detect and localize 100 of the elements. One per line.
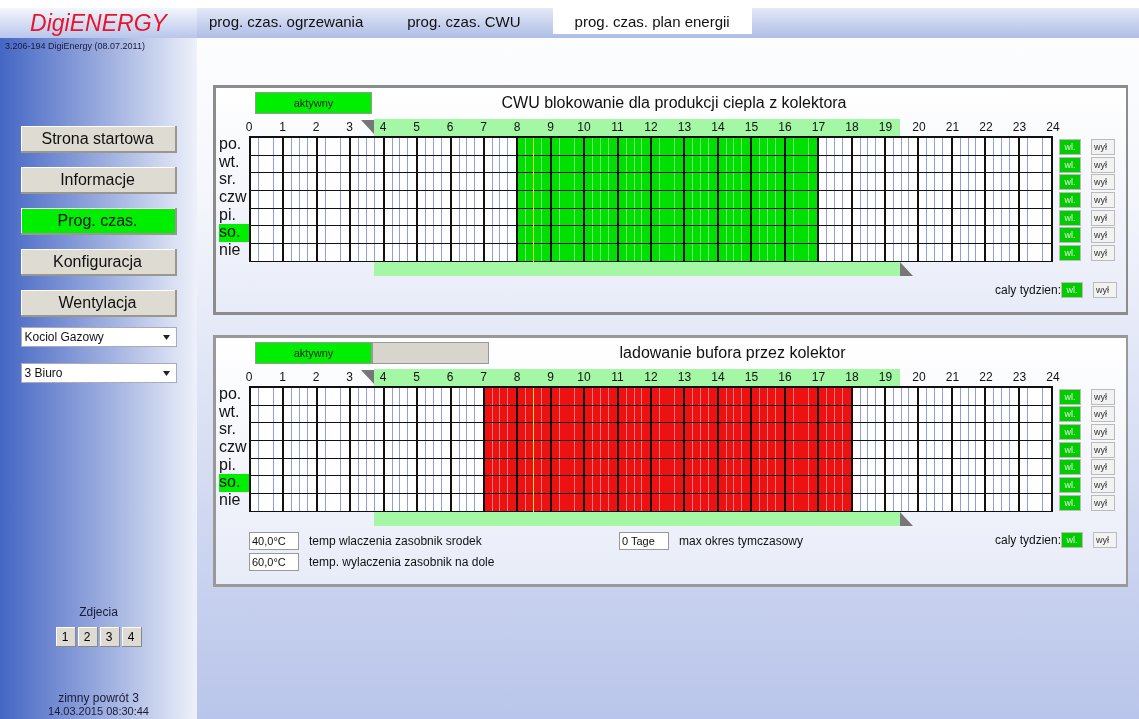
hour-slot[interactable] [282, 138, 316, 155]
hour-slot[interactable] [917, 244, 951, 261]
hour-slot[interactable] [549, 173, 584, 191]
nav-button[interactable]: Konfiguracja [20, 249, 177, 276]
hour-slot[interactable] [349, 138, 383, 155]
hour-slot[interactable] [516, 244, 550, 261]
hour-slot[interactable] [716, 191, 751, 208]
hour-slot[interactable] [282, 226, 316, 244]
hour-slot[interactable] [349, 226, 383, 244]
photo-button[interactable]: 4 [121, 627, 142, 647]
hour-slot[interactable] [1017, 173, 1052, 191]
hour-slot[interactable] [950, 476, 985, 493]
hour-slot[interactable] [884, 173, 918, 191]
hour-slot[interactable] [850, 423, 884, 440]
hour-slot[interactable] [583, 191, 617, 208]
hour-slot[interactable] [950, 423, 985, 440]
hour-slot[interactable] [249, 244, 283, 261]
hour-slot[interactable] [850, 173, 884, 191]
hour-slot[interactable] [817, 476, 851, 493]
hour-slot[interactable] [449, 244, 483, 261]
hour-slot[interactable] [616, 191, 651, 208]
hour-slot[interactable] [716, 387, 751, 405]
end-handle[interactable] [900, 511, 914, 526]
hour-slot[interactable] [917, 226, 951, 244]
hour-slot[interactable] [817, 173, 851, 191]
hour-slot[interactable] [549, 226, 584, 244]
hour-slot[interactable] [549, 476, 584, 493]
hour-slot[interactable] [1017, 387, 1052, 405]
hour-slot[interactable] [917, 138, 951, 155]
hour-slot[interactable] [984, 476, 1018, 493]
hour-slot[interactable] [516, 191, 550, 208]
hour-slot[interactable] [282, 387, 316, 405]
hour-slot[interactable] [884, 244, 918, 261]
hour-slot[interactable] [416, 173, 450, 191]
hour-slot[interactable] [1017, 244, 1052, 261]
off-button[interactable]: wył [1091, 191, 1115, 208]
hour-slot[interactable] [850, 191, 884, 208]
hour-slot[interactable] [884, 387, 918, 405]
input-field[interactable]: 40,0°C [249, 531, 299, 550]
hour-slot[interactable] [616, 138, 651, 155]
hour-slot[interactable] [716, 423, 751, 440]
hour-slot[interactable] [449, 191, 483, 208]
hour-slot[interactable] [650, 226, 684, 244]
off-button[interactable]: wył [1091, 477, 1115, 494]
hour-slot[interactable] [482, 173, 517, 191]
hour-slot[interactable] [315, 191, 350, 208]
hour-slot[interactable] [984, 138, 1018, 155]
hour-slot[interactable] [817, 138, 851, 155]
hour-slot[interactable] [850, 476, 884, 493]
input-field[interactable]: 0 Tage [619, 531, 669, 550]
hour-slot[interactable] [282, 173, 316, 191]
hour-slot[interactable] [249, 191, 283, 208]
hour-slot[interactable] [249, 138, 283, 155]
hour-slot[interactable] [482, 138, 517, 155]
off-button[interactable]: wył [1091, 244, 1115, 261]
tab[interactable]: prog. czas. CWU [395, 8, 533, 34]
off-button[interactable]: wył [1091, 441, 1115, 458]
hour-slot[interactable] [984, 226, 1018, 244]
hour-slot[interactable] [416, 244, 450, 261]
hour-slot[interactable] [716, 173, 751, 191]
hour-slot[interactable] [650, 138, 684, 155]
hour-slot[interactable] [650, 387, 684, 405]
hour-slot[interactable] [482, 244, 517, 261]
hour-slot[interactable] [917, 387, 951, 405]
hour-slot[interactable] [616, 423, 651, 440]
hour-slot[interactable] [516, 138, 550, 155]
hour-slot[interactable] [750, 226, 784, 244]
nav-button[interactable]: Strona startowa [20, 126, 177, 153]
off-button[interactable]: wył [1091, 156, 1115, 173]
hour-slot[interactable] [1017, 138, 1052, 155]
hour-slot[interactable] [549, 423, 584, 440]
hour-slot[interactable] [1017, 476, 1052, 493]
off-button[interactable]: wył [1091, 406, 1115, 423]
hour-slot[interactable] [716, 244, 751, 261]
photo-button[interactable]: 3 [99, 627, 120, 647]
hour-slot[interactable] [750, 138, 784, 155]
hour-slot[interactable] [750, 423, 784, 440]
nav-button[interactable]: Wentylacja [20, 290, 177, 317]
hour-slot[interactable] [683, 423, 717, 440]
hour-slot[interactable] [716, 138, 751, 155]
hour-slot[interactable] [349, 244, 383, 261]
hour-slot[interactable] [683, 244, 717, 261]
hour-slot[interactable] [917, 476, 951, 493]
off-button[interactable]: wył [1093, 281, 1117, 298]
hour-slot[interactable] [616, 387, 651, 405]
nav-button[interactable]: Informacje [20, 167, 177, 194]
hour-slot[interactable] [282, 476, 316, 493]
tab[interactable]: prog. czas. ogrzewania [197, 8, 376, 34]
off-button[interactable]: wył [1091, 227, 1115, 244]
hour-slot[interactable] [482, 387, 517, 405]
hour-slot[interactable] [750, 244, 784, 261]
hour-slot[interactable] [917, 173, 951, 191]
hour-slot[interactable] [382, 173, 417, 191]
hour-slot[interactable] [950, 138, 985, 155]
hour-slot[interactable] [549, 138, 584, 155]
hour-slot[interactable] [516, 423, 550, 440]
hour-slot[interactable] [850, 387, 884, 405]
hour-slot[interactable] [449, 387, 483, 405]
hour-slot[interactable] [249, 476, 283, 493]
photo-button[interactable]: 1 [55, 627, 76, 647]
